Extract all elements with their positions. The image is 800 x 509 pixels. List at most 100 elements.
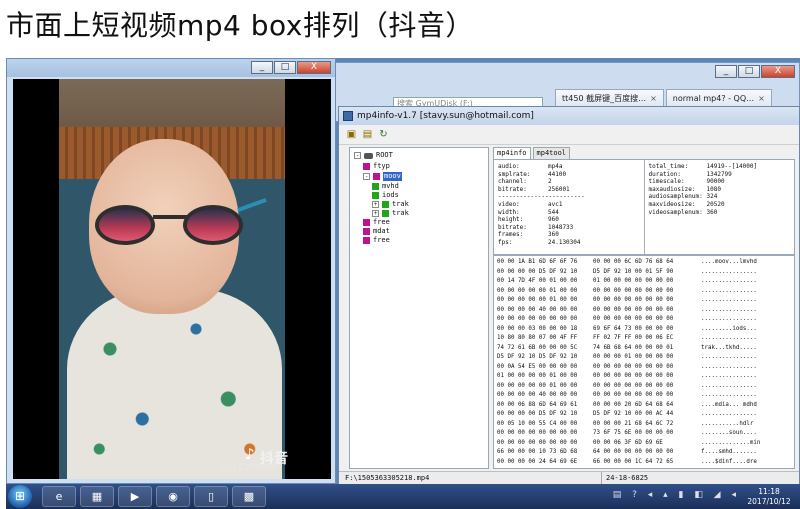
hex-bytes: 00 00 00 00 00 00 00 00 xyxy=(593,306,674,313)
tree-node-label: iods xyxy=(382,191,399,199)
collapse-icon[interactable]: - xyxy=(363,173,370,180)
maximize-button[interactable]: □ xyxy=(738,65,760,78)
info-field: smplrate: 44100 xyxy=(498,171,640,179)
hex-dump[interactable]: 00 00 1A B1 6D 6F 6F 76 00 00 00 6C 6D 76… xyxy=(493,255,795,469)
tree-node-iods[interactable]: iods xyxy=(372,191,399,200)
info-key: smplrate: xyxy=(498,170,531,178)
minimize-button[interactable]: _ xyxy=(715,65,737,78)
close-button[interactable]: X xyxy=(297,61,331,74)
save-icon[interactable]: ▤ xyxy=(361,128,374,141)
tree-node-mdat[interactable]: mdat xyxy=(363,227,390,236)
browser-tab[interactable]: normal mp4? - QQ… × xyxy=(665,89,772,107)
player-title-bar[interactable]: _ □ X xyxy=(7,59,335,77)
close-icon[interactable]: × xyxy=(758,90,765,107)
mp4info-window[interactable]: mp4info-v1.7 [stavy.sun@hotmail.com] ▣ ▤… xyxy=(338,106,800,486)
info-value: 44100 xyxy=(548,170,567,178)
hex-bytes: 00 00 00 00 00 00 00 00 xyxy=(593,392,674,398)
track-info-column: audio: mp4a smplrate: 44100 channel: 2 bitrate… xyxy=(494,160,645,254)
info-key: fps: xyxy=(498,238,513,246)
minimize-button[interactable]: _ xyxy=(251,61,273,74)
tab-mp4tool[interactable]: mp4tool xyxy=(532,147,571,159)
info-value: avc1 xyxy=(548,200,563,208)
hex-bytes: 00 00 00 00 00 00 00 00 xyxy=(593,382,674,389)
tree-node-trak[interactable]: + trak xyxy=(372,200,409,209)
refresh-icon[interactable]: ↻ xyxy=(377,128,390,141)
box-icon xyxy=(372,183,379,190)
hex-ascii: ................ xyxy=(701,278,757,284)
hex-bytes: 00 00 00 00 00 00 00 00 xyxy=(593,373,674,379)
tree-node-free[interactable]: free xyxy=(363,218,390,227)
start-button[interactable]: ⊞ xyxy=(8,485,32,508)
tree-node-ROOT[interactable]: - ROOT xyxy=(354,151,393,160)
hex-row: 00 00 00 00 D5 DF 92 10 D5 DF 92 10 00 00… xyxy=(497,410,791,420)
info-value: 1080 xyxy=(706,185,721,193)
info-field: videosamplenum: 360 xyxy=(649,209,791,217)
hex-bytes: FF 02 7F FF 00 00 06 EC xyxy=(593,335,674,341)
hex-ascii: ................ xyxy=(701,382,757,389)
hex-bytes: 00 00 00 00 00 00 00 00 xyxy=(497,430,578,436)
expand-icon[interactable]: + xyxy=(372,201,379,208)
info-key: width: xyxy=(498,208,520,216)
hex-bytes: 00 00 06 3F 6D 69 6E xyxy=(593,439,663,446)
tab-mp4info[interactable]: mp4info xyxy=(493,147,531,159)
video-frame: ♪ ID:73288496 xyxy=(59,79,285,479)
info-field: width: 544 xyxy=(498,209,640,217)
explorer-icon[interactable]: ▦ xyxy=(80,486,114,507)
hex-ascii: ........soun.... xyxy=(701,430,757,436)
hex-row: 00 00 00 00 D5 DF 92 10 D5 DF 92 10 00 01… xyxy=(497,268,791,278)
mp4info-title-bar[interactable]: mp4info-v1.7 [stavy.sun@hotmail.com] xyxy=(339,107,799,125)
info-key: total_time: xyxy=(648,163,689,170)
info-key: maxvideosize: xyxy=(648,200,696,208)
hex-bytes: 00 0A 54 E5 00 00 00 00 xyxy=(497,363,578,370)
video-viewport[interactable]: ♪ ID:73288496 xyxy=(13,79,331,479)
maximize-button[interactable]: □ xyxy=(274,61,296,74)
video-player-window[interactable]: _ □ X ♪ ID:73288496 xyxy=(6,58,336,484)
info-value: 2 xyxy=(548,178,552,186)
open-folder-icon[interactable]: ▣ xyxy=(345,128,358,141)
tree-node-label: trak xyxy=(392,209,409,217)
hex-bytes: 00 00 00 00 00 01 00 00 xyxy=(497,382,578,389)
info-field: bitrate: 256001 xyxy=(498,186,640,194)
box-icon xyxy=(363,219,370,226)
player-window-controls: _ □ X xyxy=(251,61,331,74)
hex-ascii: ................ xyxy=(701,363,757,370)
hex-bytes: 00 00 1A B1 6D 6F 6F 76 xyxy=(497,259,578,265)
close-icon[interactable]: × xyxy=(650,90,657,107)
hex-ascii: ..............min xyxy=(701,439,761,446)
hex-bytes: 00 00 00 00 00 00 00 00 xyxy=(497,316,578,322)
ie-icon[interactable]: e xyxy=(42,486,76,507)
left-lens xyxy=(95,205,155,245)
hex-bytes: 66 00 00 00 1C 64 72 65 xyxy=(593,458,674,465)
mp4info-app-icon[interactable]: ▩ xyxy=(232,486,266,507)
tree-node-label: ftyp xyxy=(373,162,390,170)
tree-node-trak[interactable]: + trak xyxy=(372,209,409,218)
tree-node-free[interactable]: free xyxy=(363,236,390,245)
media-player-icon[interactable]: ▶ xyxy=(118,486,152,507)
hex-bytes: D5 DF 92 10 00 00 AC 44 xyxy=(593,411,674,417)
tree-node-label: free xyxy=(373,236,390,244)
tree-node-ftyp[interactable]: ftyp xyxy=(363,162,390,171)
collapse-icon[interactable]: - xyxy=(354,152,361,159)
browser-tab[interactable]: tt450 截屏键_百度搜… × xyxy=(555,89,664,107)
info-key: video: xyxy=(498,200,520,208)
document-icon[interactable]: ▯ xyxy=(194,486,228,507)
clock[interactable]: 11:18 2017/10/12 xyxy=(744,487,794,507)
tiktok-watermark: 抖音 xyxy=(260,451,288,467)
info-value: 324 xyxy=(706,193,718,201)
hex-ascii: .........iods... xyxy=(701,325,757,332)
info-value: 360 xyxy=(548,231,559,239)
chrome-icon[interactable]: ◉ xyxy=(156,486,190,507)
system-tray[interactable]: ▤ ? ◂ ▴ ▮ ◧ ◢ ◂ xyxy=(613,490,740,500)
expand-icon[interactable]: + xyxy=(372,210,379,217)
hex-bytes: D5 DF 92 10 D5 DF 92 10 xyxy=(497,354,578,360)
hex-bytes: 00 00 00 00 00 00 00 00 xyxy=(497,439,578,446)
tree-node-moov[interactable]: - moov xyxy=(363,172,402,181)
mp4info-app-icon xyxy=(343,111,353,121)
box-tree[interactable]: - ROOT ftyp - moov mvhd iods + trak + trak free mdat… xyxy=(349,147,489,469)
tree-node-mvhd[interactable]: mvhd xyxy=(372,182,399,191)
tab-label: tt450 截屏键_百度搜… xyxy=(562,94,647,103)
hex-ascii: ................ xyxy=(701,411,757,417)
tree-node-label: free xyxy=(373,218,390,226)
hex-row: 00 14 7D 4F 00 01 00 00 01 00 00 00 00 00… xyxy=(497,277,791,287)
close-button[interactable]: X xyxy=(761,65,795,78)
